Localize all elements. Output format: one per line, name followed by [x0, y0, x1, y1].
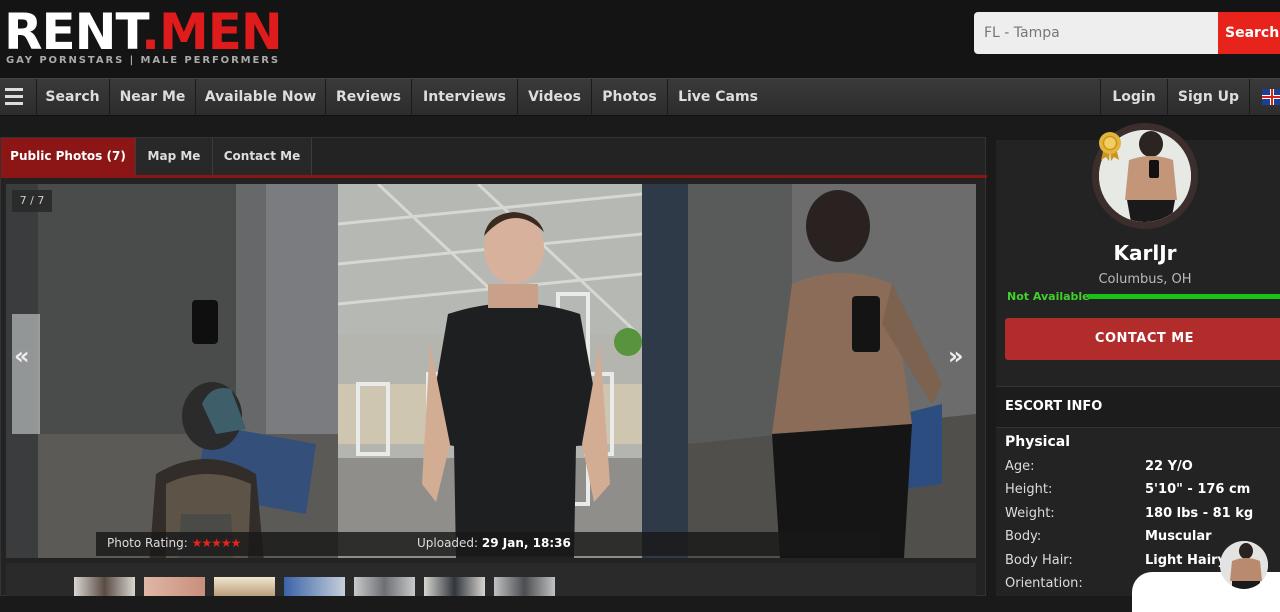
photo-mirror-selfie-1 — [6, 184, 338, 558]
gallery-photo[interactable] — [338, 184, 642, 558]
logo-rent: RENT — [4, 3, 142, 61]
tab-public-photos[interactable]: Public Photos (7) — [1, 138, 136, 175]
gallery-photo[interactable]: 7 / 7 « — [6, 184, 338, 558]
next-arrow-icon[interactable]: » — [948, 342, 964, 370]
photo-gym — [338, 184, 642, 558]
thumbnail[interactable] — [74, 577, 135, 596]
chat-avatar[interactable] — [1220, 541, 1268, 589]
chat-avatar-photo — [1220, 541, 1268, 589]
site-header: RENT.MEN GAY PORNSTARS | MALE PERFORMERS… — [0, 0, 1280, 78]
logo-men: MEN — [159, 3, 283, 61]
logo-dot: . — [141, 3, 160, 61]
photo-counter: 7 / 7 — [12, 190, 52, 212]
physical-section-title: Physical — [1005, 434, 1071, 450]
thumbnail[interactable] — [214, 577, 275, 596]
uploaded-label: Uploaded: — [417, 536, 479, 550]
photo-mirror-selfie-2 — [642, 184, 976, 558]
nav-item-interviews[interactable]: Interviews — [412, 79, 518, 116]
profile-name: KarlJr — [1113, 241, 1177, 265]
award-badge-icon — [1099, 132, 1121, 161]
search-button[interactable]: Search — [1218, 12, 1280, 54]
thumbnail[interactable] — [144, 577, 205, 596]
upload-date: Uploaded: 29 Jan, 18:36 — [417, 536, 571, 550]
field-label-height: Height: — [1005, 482, 1053, 497]
logo-wordmark: RENT.MEN — [4, 3, 283, 61]
escort-info-heading: ESCORT INFO — [1005, 399, 1103, 414]
uploaded-value: 29 Jan, 18:36 — [481, 536, 571, 550]
site-logo[interactable]: RENT.MEN GAY PORNSTARS | MALE PERFORMERS — [4, 6, 304, 70]
thumbnail-strip — [6, 563, 976, 596]
prev-arrow-icon[interactable]: « — [14, 342, 30, 370]
field-value-body: Muscular — [1145, 529, 1212, 544]
field-label-body: Body: — [1005, 529, 1042, 544]
field-label-orientation: Orientation: — [1005, 576, 1083, 591]
logo-tagline: GAY PORNSTARS | MALE PERFORMERS — [6, 55, 280, 66]
nav-item-available-now[interactable]: Available Now — [196, 79, 326, 116]
thumbnail[interactable] — [494, 577, 555, 596]
login-link[interactable]: Login — [1100, 79, 1168, 116]
photo-rating: Photo Rating: ★★★★★ — [107, 536, 242, 550]
nav-item-reviews[interactable]: Reviews — [326, 79, 412, 116]
photo-gallery: 7 / 7 « » Photo Rating: ★★★★★ Uploaded: … — [6, 184, 976, 558]
field-label-weight: Weight: — [1005, 506, 1055, 521]
rating-label: Photo Rating: — [107, 536, 188, 550]
gallery-photo[interactable]: » — [642, 184, 976, 558]
nav-item-live-cams[interactable]: Live Cams — [668, 79, 768, 116]
thumbnail[interactable] — [424, 577, 485, 596]
profile-location: Columbus, OH — [1098, 272, 1192, 287]
profile-tabs: Public Photos (7) Map Me Contact Me — [1, 138, 987, 178]
location-search-input[interactable] — [974, 12, 1218, 54]
uk-flag-icon[interactable] — [1262, 89, 1280, 105]
main-nav: Search Near Me Available Now Reviews Int… — [0, 78, 1280, 116]
nav-item-photos[interactable]: Photos — [592, 79, 668, 116]
escort-info-header: ESCORT INFO — [996, 386, 1280, 428]
tab-map-me[interactable]: Map Me — [136, 138, 213, 175]
field-value-age: 22 Y/O — [1145, 459, 1193, 474]
field-value-body-hair: Light Hairy — [1145, 553, 1227, 568]
nav-item-search[interactable]: Search — [36, 79, 110, 116]
contact-me-button[interactable]: CONTACT ME — [1005, 318, 1280, 360]
photo-caption-bar: Photo Rating: ★★★★★ Uploaded: 29 Jan, 18… — [96, 532, 880, 556]
star-rating-icon: ★★★★★ — [191, 536, 242, 550]
thumbnail[interactable] — [354, 577, 415, 596]
field-label-age: Age: — [1005, 459, 1035, 474]
availability-status: Not Available — [1007, 290, 1090, 303]
nav-item-videos[interactable]: Videos — [518, 79, 592, 116]
field-value-weight: 180 lbs - 81 kg — [1145, 506, 1254, 521]
tab-contact-me[interactable]: Contact Me — [213, 138, 312, 175]
thumbnail[interactable] — [284, 577, 345, 596]
hamburger-icon[interactable] — [0, 79, 37, 116]
signup-link[interactable]: Sign Up — [1168, 79, 1250, 116]
field-value-height: 5'10" - 176 cm — [1145, 482, 1251, 497]
availability-bar — [1088, 294, 1280, 299]
field-label-body-hair: Body Hair: — [1005, 553, 1073, 568]
nav-item-near-me[interactable]: Near Me — [110, 79, 196, 116]
